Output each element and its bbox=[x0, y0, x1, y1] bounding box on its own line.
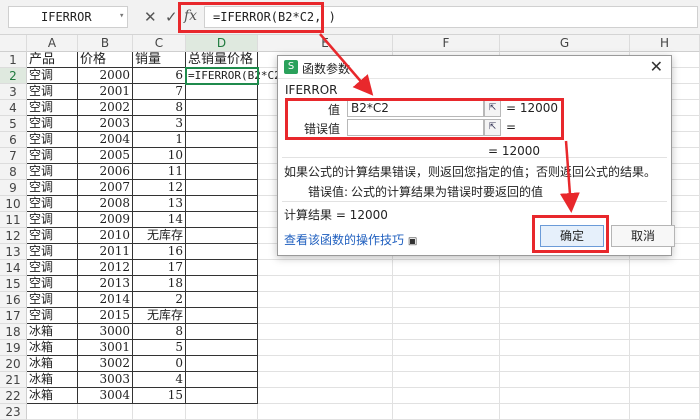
annotation-arrows bbox=[319, 33, 580, 213]
arrow-to-ok bbox=[559, 140, 580, 213]
arrow-to-arguments bbox=[319, 33, 374, 96]
